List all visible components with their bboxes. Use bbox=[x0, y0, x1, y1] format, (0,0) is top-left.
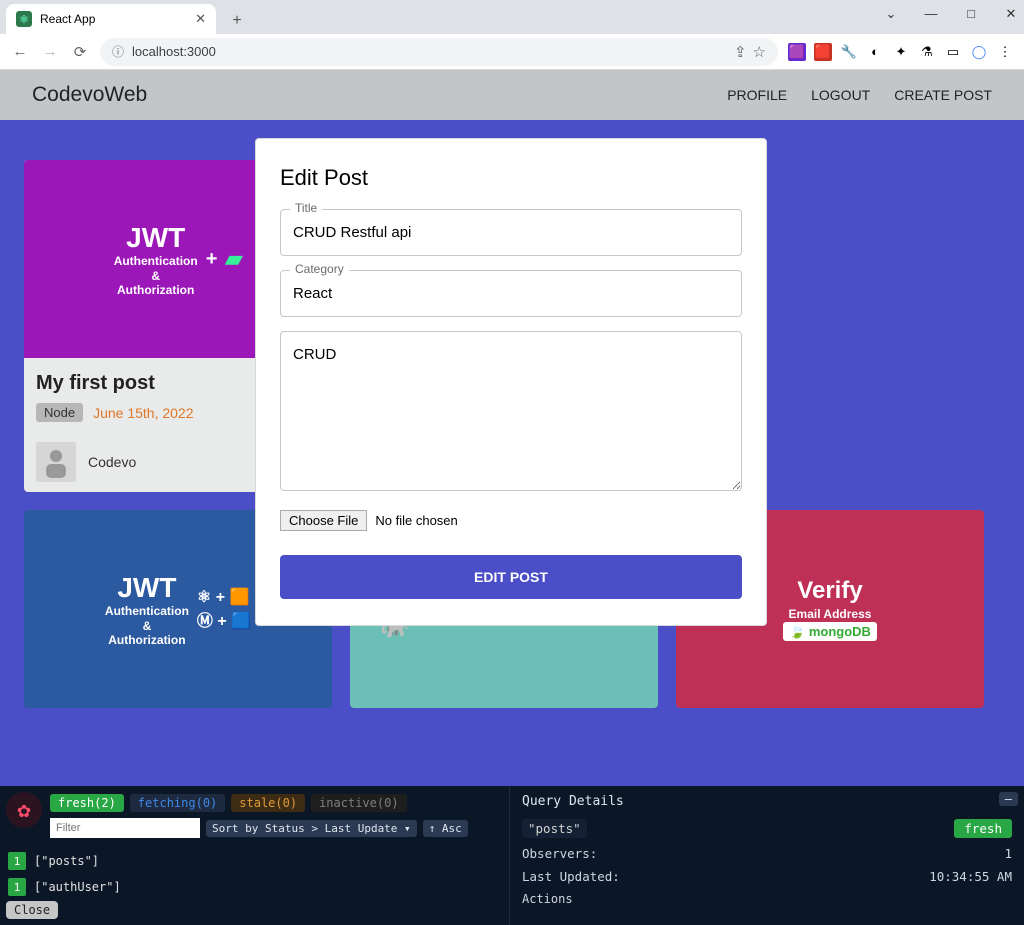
nav-profile[interactable]: PROFILE bbox=[727, 87, 787, 103]
address-bar-row: ← → ⟳ ⓘ localhost:3000 ⇪ ☆ 🟪 🟥 🔧 ◐ ✦ ⚗ ▭… bbox=[0, 34, 1024, 70]
react-query-logo-icon[interactable]: ✿ bbox=[6, 792, 42, 828]
devtools-filters: Sort by Status > Last Update ▾ ↑ Asc bbox=[0, 818, 509, 844]
status-badges: fresh(2) fetching(0) stale(0) inactive(0… bbox=[0, 786, 509, 818]
browser-chrome: ⚛ React App ✕ + ⌄ — □ ✕ ← → ⟳ ⓘ localhos… bbox=[0, 0, 1024, 70]
choose-file-button[interactable]: Choose File bbox=[280, 510, 367, 531]
query-row[interactable]: 1 ["posts"] bbox=[0, 848, 509, 874]
edit-post-button[interactable]: EDIT POST bbox=[280, 555, 742, 599]
category-input[interactable] bbox=[280, 270, 742, 317]
query-detail-key: "posts" bbox=[522, 819, 587, 838]
thumb-text: JWT Authentication&Authorization bbox=[114, 221, 198, 298]
observer-count: 1 bbox=[8, 878, 26, 896]
browser-menu-icon[interactable]: ⋮ bbox=[996, 43, 1014, 61]
sort-dropdown[interactable]: Sort by Status > Last Update ▾ bbox=[206, 820, 417, 837]
react-query-devtools: ✿ fresh(2) fetching(0) stale(0) inactive… bbox=[0, 786, 1024, 925]
window-controls: ⌄ — □ ✕ bbox=[882, 6, 1020, 22]
devtools-collapse-icon[interactable]: — bbox=[999, 792, 1018, 806]
query-details-heading: Query Details bbox=[522, 794, 1012, 809]
share-icon[interactable]: ⇪ bbox=[734, 43, 747, 61]
category-label: Category bbox=[290, 262, 349, 276]
browser-tab[interactable]: ⚛ React App ✕ bbox=[6, 4, 216, 34]
category-badge: Node bbox=[36, 403, 83, 422]
extension-icon[interactable]: ✦ bbox=[892, 43, 910, 61]
extension-icon[interactable]: 🟪 bbox=[788, 43, 806, 61]
query-key: ["posts"] bbox=[34, 854, 99, 868]
devtools-left-pane: ✿ fresh(2) fetching(0) stale(0) inactive… bbox=[0, 786, 510, 925]
window-close-icon[interactable]: ✕ bbox=[1002, 6, 1020, 22]
post-date: June 15th, 2022 bbox=[93, 405, 193, 421]
fetching-badge[interactable]: fetching(0) bbox=[130, 794, 225, 812]
extension-icon[interactable]: ⚗ bbox=[918, 43, 936, 61]
app-nav: PROFILE LOGOUT CREATE POST bbox=[727, 87, 992, 103]
query-detail-status: fresh bbox=[954, 819, 1012, 838]
file-row: Choose File No file chosen bbox=[280, 510, 742, 531]
sort-direction-button[interactable]: ↑ Asc bbox=[423, 820, 468, 837]
title-input[interactable] bbox=[280, 209, 742, 256]
observer-count: 1 bbox=[8, 852, 26, 870]
stale-badge[interactable]: stale(0) bbox=[231, 794, 305, 812]
extension-icon[interactable]: ▭ bbox=[944, 43, 962, 61]
body-field: CRUD bbox=[280, 331, 742, 496]
nav-reload-icon[interactable]: ⟳ bbox=[70, 43, 90, 61]
extensions-row: 🟪 🟥 🔧 ◐ ✦ ⚗ ▭ ◯ ⋮ bbox=[788, 43, 1014, 61]
nav-forward-icon[interactable]: → bbox=[40, 43, 60, 60]
title-field: Title bbox=[280, 209, 742, 256]
window-maximize-icon[interactable]: □ bbox=[962, 6, 980, 22]
devtools-close-button[interactable]: Close bbox=[6, 901, 58, 919]
app-body: JWT Authentication&Authorization + ▰ My … bbox=[0, 120, 1024, 786]
brand-title: CodevoWeb bbox=[32, 83, 147, 107]
observers-value: 1 bbox=[1004, 846, 1012, 861]
extension-icon[interactable]: ◐ bbox=[866, 43, 884, 61]
site-info-icon[interactable]: ⓘ bbox=[112, 43, 124, 60]
observers-label: Observers: bbox=[522, 846, 597, 861]
app-header: CodevoWeb PROFILE LOGOUT CREATE POST bbox=[0, 70, 1024, 120]
modal-heading: Edit Post bbox=[280, 165, 742, 191]
nav-logout[interactable]: LOGOUT bbox=[811, 87, 870, 103]
inactive-badge[interactable]: inactive(0) bbox=[311, 794, 406, 812]
body-textarea[interactable]: CRUD bbox=[280, 331, 742, 491]
updated-label: Last Updated: bbox=[522, 869, 620, 884]
new-tab-button[interactable]: + bbox=[224, 8, 250, 34]
tab-title: React App bbox=[40, 12, 95, 26]
extension-icon[interactable]: 🟥 bbox=[814, 43, 832, 61]
filter-input[interactable] bbox=[50, 818, 200, 838]
tab-favicon-icon: ⚛ bbox=[16, 11, 32, 27]
devtools-right-pane: — Query Details "posts" fresh Observers:… bbox=[510, 786, 1024, 925]
query-row[interactable]: 1 ["authUser"] bbox=[0, 874, 509, 900]
nav-create-post[interactable]: CREATE POST bbox=[894, 87, 992, 103]
extension-icon[interactable]: 🔧 bbox=[840, 43, 858, 61]
avatar bbox=[36, 442, 76, 482]
nav-back-icon[interactable]: ← bbox=[10, 43, 30, 60]
bookmark-icon[interactable]: ☆ bbox=[753, 43, 766, 61]
profile-icon[interactable]: ◯ bbox=[970, 43, 988, 61]
file-status: No file chosen bbox=[375, 513, 457, 528]
omnibox-actions: ⇪ ☆ bbox=[734, 43, 766, 61]
query-key: ["authUser"] bbox=[34, 880, 121, 894]
tab-strip: ⚛ React App ✕ + ⌄ — □ ✕ bbox=[0, 0, 1024, 34]
window-minimize-icon[interactable]: — bbox=[922, 6, 940, 22]
edit-post-modal: Edit Post Title Category CRUD Choose Fil… bbox=[255, 138, 767, 626]
actions-heading: Actions bbox=[522, 892, 1012, 906]
fresh-badge[interactable]: fresh(2) bbox=[50, 794, 124, 812]
author-name: Codevo bbox=[88, 454, 136, 470]
url-text: localhost:3000 bbox=[132, 44, 216, 59]
tab-close-icon[interactable]: ✕ bbox=[195, 11, 206, 27]
window-dropdown-icon[interactable]: ⌄ bbox=[882, 6, 900, 22]
updated-value: 10:34:55 AM bbox=[929, 869, 1012, 884]
title-label: Title bbox=[290, 201, 322, 215]
category-field: Category bbox=[280, 270, 742, 317]
query-list: 1 ["posts"] 1 ["authUser"] bbox=[0, 844, 509, 904]
address-bar[interactable]: ⓘ localhost:3000 ⇪ ☆ bbox=[100, 38, 778, 66]
